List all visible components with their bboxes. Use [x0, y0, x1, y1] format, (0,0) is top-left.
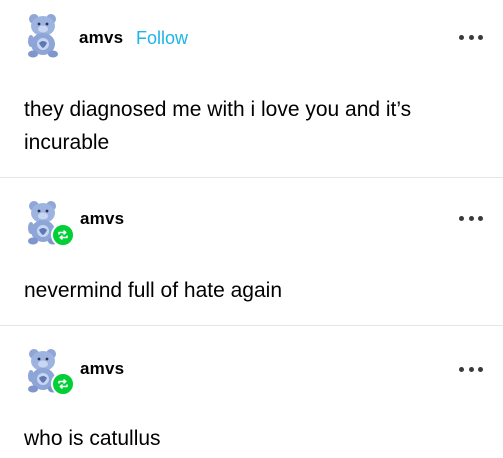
post-body: who is catullus — [24, 427, 161, 450]
more-options-icon[interactable] — [459, 364, 483, 374]
post-username[interactable]: amvs — [79, 28, 123, 48]
follow-button[interactable]: Follow — [136, 28, 188, 49]
more-options-icon[interactable] — [459, 213, 483, 223]
post-username[interactable]: amvs — [80, 359, 124, 379]
reblog-icon — [51, 223, 75, 247]
post-body: they diagnosed me with i love you and it… — [24, 98, 412, 154]
avatar[interactable] — [24, 12, 62, 58]
post-username[interactable]: amvs — [80, 209, 124, 229]
post-divider — [0, 177, 503, 178]
blue-bear-avatar-icon — [28, 14, 58, 58]
more-options-icon[interactable] — [459, 32, 483, 42]
post-divider — [0, 325, 503, 326]
post-thread: amvs Follow they diagnosed me with i lov… — [0, 0, 503, 458]
post-body: nevermind full of hate again — [24, 279, 282, 302]
reblog-icon — [51, 372, 75, 396]
